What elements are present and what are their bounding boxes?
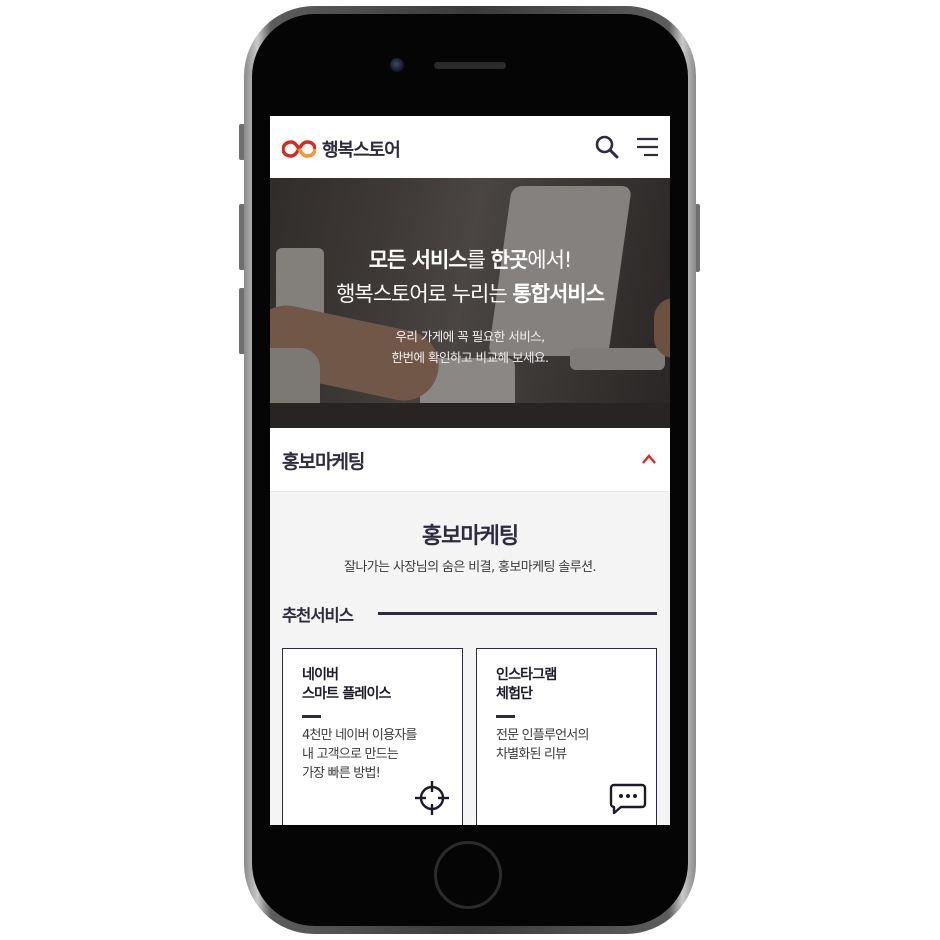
hero-headline-bold-3: 통합서비스 (512, 282, 605, 306)
card-description: 4천만 네이버 이용자를 내 고객으로 만드는 가장 빠른 방법! (302, 728, 417, 781)
section-description: 잘나가는 사장님의 숨은 비결, 홍보마케팅 솔루션. (344, 560, 597, 575)
hero-headline-text-2: 에서! (527, 248, 572, 272)
infinity-logo-icon (282, 140, 316, 158)
hero-headline-line-2: 행복스토어로 누리는 통합서비스 (270, 278, 670, 308)
service-card-instagram[interactable]: 인스타그램 체험단 전문 인플루언서의 차별화된 리뷰 (476, 648, 657, 825)
phone-screen: 행복스토어 모든 서비스를 한곳에서! 행복스토어로 누리는 통합서비스 우리 … (270, 116, 670, 825)
hero-headline-line-1: 모든 서비스를 한곳에서! (270, 244, 670, 274)
hero-headline-text-3: 행복스토어로 누리는 (336, 282, 513, 306)
search-button[interactable] (594, 134, 620, 160)
card-title-underline (496, 715, 515, 718)
hero-banner: 모든 서비스를 한곳에서! 행복스토어로 누리는 통합서비스 우리 가게에 꼭 … (270, 178, 670, 428)
earpiece-speaker (434, 62, 506, 69)
hero-headline-bold-1: 모든 서비스 (368, 248, 468, 272)
card-description: 전문 인플루언서의 차별화된 리뷰 (496, 728, 589, 762)
recommended-label: 추천서비스 (282, 606, 354, 625)
brand-name: 행복스토어 (322, 140, 401, 161)
card-title: 인스타그램 체험단 (496, 667, 557, 702)
menu-button[interactable] (634, 135, 660, 159)
crosshair-icon (415, 781, 449, 815)
hero-headline-text-1: 를 (466, 248, 491, 272)
brand-logo[interactable]: 행복스토어 (282, 136, 401, 162)
hamburger-menu-icon (637, 137, 658, 157)
search-icon (595, 135, 619, 159)
section-divider-line (378, 612, 657, 615)
front-camera (390, 58, 404, 72)
chat-bubble-icon (609, 783, 647, 815)
app-header: 행복스토어 (270, 116, 670, 178)
card-title-underline (302, 715, 321, 718)
chevron-up-icon (642, 454, 656, 464)
home-button[interactable] (434, 841, 502, 909)
section-title: 홍보마케팅 (421, 524, 519, 549)
hero-headline-bold-2: 한곳 (490, 248, 529, 272)
card-title: 네이버 스마트 플레이스 (302, 667, 391, 702)
hero-subtext-line-2: 한번에 확인하고 비교해 보세요. (391, 350, 549, 365)
hero-subtext-line-1: 우리 가게에 꼭 필요한 서비스, (395, 329, 545, 344)
accordion-title: 홍보마케팅 (282, 451, 365, 473)
accordion-header-marketing[interactable]: 홍보마케팅 (270, 428, 670, 492)
service-card-naver[interactable]: 네이버 스마트 플레이스 4천만 네이버 이용자를 내 고객으로 만드는 가장 … (282, 648, 463, 825)
